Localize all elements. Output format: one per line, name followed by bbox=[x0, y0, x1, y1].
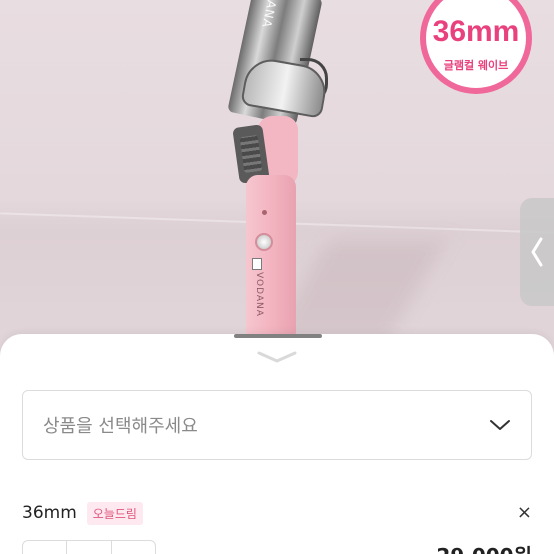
selected-option-row: 36mm 오늘드림 × bbox=[22, 500, 532, 526]
selected-option-name: 36mm bbox=[22, 503, 77, 523]
quantity-value bbox=[67, 541, 112, 554]
sheet-drag-handle[interactable] bbox=[234, 334, 322, 338]
quantity-decrease-button[interactable] bbox=[23, 541, 68, 554]
collapse-chevron-icon bbox=[257, 351, 297, 363]
size-badge-value: 36mm bbox=[432, 15, 520, 48]
quantity-increase-button[interactable] bbox=[112, 541, 155, 554]
temperature-knob bbox=[255, 233, 273, 251]
chevron-down-icon bbox=[490, 420, 510, 430]
delivery-tag: 오늘드림 bbox=[86, 501, 143, 525]
size-badge: 36mm 글램컬 웨이브 bbox=[420, 0, 532, 94]
collapse-sheet-button[interactable] bbox=[253, 348, 301, 366]
quantity-stepper[interactable] bbox=[22, 540, 156, 554]
handle-brand-text: VODANA bbox=[254, 272, 264, 317]
size-badge-subtitle: 글램컬 웨이브 bbox=[443, 59, 509, 72]
product-screen: ANA VODANA 36mm 글램컬 웨이브 상품을 선택해주세요 36mm … bbox=[0, 0, 554, 554]
chevron-left-icon bbox=[531, 237, 543, 267]
select-placeholder: 상품을 선택해주세요 bbox=[43, 416, 198, 437]
power-switch bbox=[252, 258, 262, 270]
power-indicator bbox=[262, 210, 267, 215]
previous-image-button[interactable] bbox=[520, 198, 554, 306]
option-price: 29,000원 bbox=[436, 540, 532, 554]
size-badge-inner: 36mm 글램컬 웨이브 bbox=[426, 0, 526, 88]
product-photo: ANA VODANA 36mm 글램컬 웨이브 bbox=[0, 0, 554, 360]
product-option-select[interactable]: 상품을 선택해주세요 bbox=[22, 390, 532, 460]
close-icon[interactable]: × bbox=[517, 504, 532, 522]
